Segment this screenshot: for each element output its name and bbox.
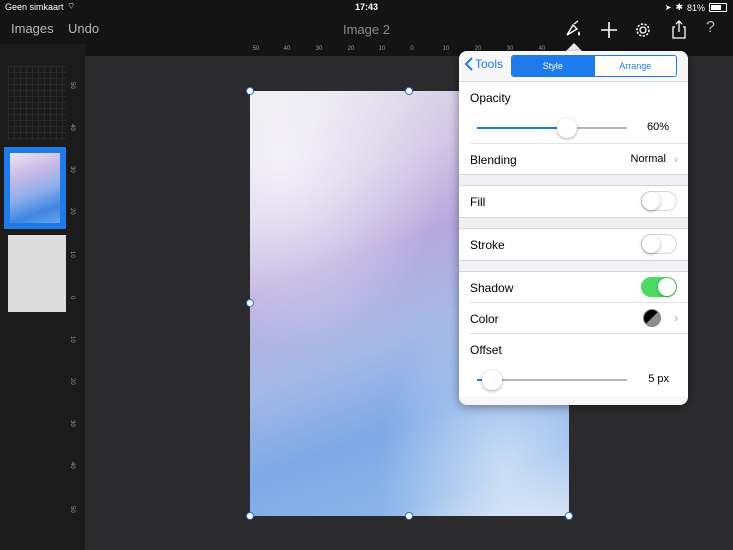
ruler-tick: 40 [69,462,75,469]
shadow-section: Shadow Color › Offset 5 px [459,272,688,396]
toggle-knob [658,278,676,296]
offset-slider[interactable] [477,370,627,390]
ruler-tick: 0 [410,46,414,52]
ruler-tick: 20 [69,378,75,385]
ruler-tick: 10 [69,336,75,343]
popover-arrow [566,43,582,51]
resize-handle-left[interactable] [246,299,254,307]
ruler-tick: 0 [69,296,75,300]
battery-icon [709,3,727,12]
divider [470,143,688,144]
ruler-tick: 20 [69,208,75,215]
gear-icon[interactable] [633,20,653,40]
ruler-tick: 30 [315,46,323,52]
resize-handle-bottom[interactable] [405,512,413,520]
ruler-tick: 40 [69,124,75,131]
ruler-tick: 40 [283,46,291,52]
toggle-knob [642,235,660,253]
tools-back-button[interactable]: Tools [464,57,503,71]
divider [470,333,688,334]
image-thumbnail-selected[interactable] [4,147,66,229]
style-arrange-segment: Style Arrange [511,55,677,77]
ruler-tick: 10 [378,46,386,52]
ruler-tick: 30 [69,420,75,427]
opacity-row: Opacity 60% Blending Normal › [459,82,688,174]
plus-icon[interactable] [599,20,619,40]
opacity-slider-knob[interactable] [557,118,577,138]
ruler-tick: 30 [69,166,75,173]
document-title: Image 2 [343,22,390,37]
resize-handle-top-left[interactable] [246,87,254,95]
top-toolbar: Images Undo Image 2 ? [0,14,733,44]
stroke-row: Stroke [459,229,688,260]
battery-level [711,5,721,10]
thumbnail-image [10,153,60,223]
section-gap [459,217,688,229]
shadow-toggle[interactable] [641,277,677,297]
ruler-tick: 10 [69,251,75,258]
stroke-label: Stroke [470,238,505,252]
share-icon[interactable] [669,20,689,40]
battery-percent: 81% [686,2,705,13]
ruler-left: 50 40 30 20 10 0 10 20 30 40 50 [69,56,85,550]
offset-value: 5 px [648,373,669,385]
stroke-toggle[interactable] [641,234,677,254]
ruler-tick: 50 [252,46,260,52]
offset-label: Offset [470,343,502,357]
opacity-slider-fill [477,127,567,129]
fill-label: Fill [470,195,486,209]
location-icon: ➤ [664,3,672,12]
fill-row: Fill [459,186,688,217]
chevron-right-icon: › [674,311,678,325]
style-popover: Tools Style Arrange Opacity 60% Blending… [459,51,688,405]
shadow-color-swatch[interactable] [643,309,661,327]
status-bar: Geen simkaart ⌔ 17:43 ➤ ✱ 81% [0,0,733,14]
status-right: ➤ ✱ 81% [665,2,727,13]
bluetooth-icon: ✱ [675,2,683,12]
color-label: Color [470,312,499,326]
chevron-left-icon [464,57,473,71]
shadow-label: Shadow [470,281,514,295]
tab-style[interactable]: Style [512,56,594,76]
section-gap [459,174,688,186]
resize-handle-top[interactable] [405,87,413,95]
toggle-knob [642,192,660,210]
offset-slider-knob[interactable] [482,370,502,390]
opacity-label: Opacity [470,91,511,105]
blending-value[interactable]: Normal [631,153,666,165]
image-thumbnail-blank[interactable] [8,235,66,312]
tools-back-label: Tools [475,57,504,71]
image-thumbnail-grid[interactable] [8,66,66,140]
opacity-value: 60% [646,121,669,133]
popover-header: Tools Style Arrange [459,51,688,82]
paint-brush-icon[interactable] [563,20,583,40]
blending-label: Blending [470,153,517,167]
help-icon[interactable]: ? [706,19,715,37]
ruler-tick: 50 [69,82,75,89]
fill-toggle[interactable] [641,191,677,211]
tab-arrange[interactable]: Arrange [593,56,676,76]
divider [470,302,688,303]
chevron-right-icon: › [674,152,678,166]
ruler-tick: 50 [69,506,75,513]
clock: 17:43 [354,2,379,12]
resize-handle-bottom-left[interactable] [246,512,254,520]
resize-handle-bottom-right[interactable] [565,512,573,520]
ruler-tick: 20 [347,46,355,52]
opacity-slider[interactable] [477,118,627,138]
ruler-tick: 10 [442,46,450,52]
section-gap [459,260,688,272]
